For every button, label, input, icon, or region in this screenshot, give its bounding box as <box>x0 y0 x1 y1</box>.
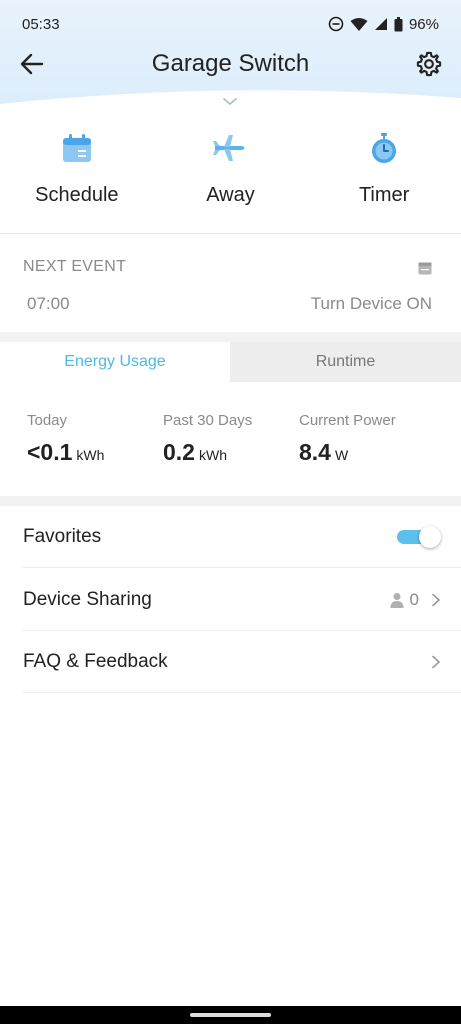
schedule-button[interactable]: Schedule <box>2 130 152 230</box>
stat-current-power: Current Power 8.4 W <box>299 412 396 466</box>
faq-chevron-wrap <box>425 655 441 669</box>
back-arrow-icon[interactable] <box>18 50 46 78</box>
page-title: Garage Switch <box>151 50 310 77</box>
person-icon <box>390 593 404 608</box>
next-event-title: NEXT EVENT <box>23 258 127 275</box>
title-bar: Garage Switch <box>0 40 461 88</box>
chevron-right-icon <box>432 655 441 669</box>
status-time: 05:33 <box>22 15 60 33</box>
wifi-icon <box>350 17 368 31</box>
battery-icon <box>394 16 403 31</box>
faq-feedback-label: FAQ & Feedback <box>23 651 168 672</box>
status-icons: 96% <box>328 16 439 33</box>
stopwatch-icon <box>372 133 397 163</box>
section-separator <box>0 332 461 342</box>
away-button[interactable]: Away <box>155 130 305 230</box>
timer-button[interactable]: Timer <box>309 130 459 230</box>
next-event-action: Turn Device ON <box>310 294 432 313</box>
tab-runtime[interactable]: Runtime <box>230 342 461 382</box>
section-separator <box>0 496 461 506</box>
chevron-right-icon <box>432 593 441 607</box>
sharing-info: 0 <box>390 590 441 610</box>
calendar-icon <box>62 134 91 162</box>
divider <box>23 567 461 568</box>
stat-unit: kWh <box>198 447 227 463</box>
calendar-small-icon <box>418 262 432 275</box>
cell-signal-icon <box>374 18 387 30</box>
mode-shortcuts: Schedule Away Timer <box>0 130 461 230</box>
stat-value: 8.4 <box>299 439 331 465</box>
faq-feedback-row[interactable]: FAQ & Feedback <box>0 631 461 693</box>
next-event-card[interactable]: NEXT EVENT 07:00 Turn Device ON <box>0 240 461 330</box>
stat-today: Today <0.1 kWh <box>27 412 104 466</box>
stat-label: Current Power <box>299 412 396 429</box>
next-event-time: 07:00 <box>27 294 70 313</box>
share-count: 0 <box>409 590 419 609</box>
stat-unit: kWh <box>76 447 105 463</box>
stat-label: Today <box>27 412 68 429</box>
schedule-label: Schedule <box>35 184 119 206</box>
usage-tabs: Energy Usage Runtime <box>0 342 461 382</box>
stat-past-30-days: Past 30 Days 0.2 kWh <box>163 412 252 466</box>
device-sharing-label: Device Sharing <box>23 589 152 610</box>
system-nav-bar <box>0 1006 461 1024</box>
stat-value: 0.2 <box>163 439 195 465</box>
divider <box>23 692 461 693</box>
favorites-label: Favorites <box>23 526 102 547</box>
airplane-icon <box>213 135 245 161</box>
stat-value: <0.1 <box>27 439 73 465</box>
device-sharing-row[interactable]: Device Sharing 0 <box>0 569 461 631</box>
chevron-down-icon[interactable] <box>221 96 239 108</box>
energy-stats: Today <0.1 kWh Past 30 Days 0.2 kWh Curren… <box>0 400 461 480</box>
home-gesture-handle[interactable] <box>190 1013 271 1017</box>
stat-label: Past 30 Days <box>163 412 253 429</box>
favorites-toggle[interactable] <box>397 526 441 548</box>
favorites-row: Favorites <box>0 506 461 568</box>
gear-icon[interactable] <box>415 50 443 78</box>
stat-unit: W <box>334 447 349 463</box>
toggle-knob <box>419 526 441 548</box>
tab-energy-usage[interactable]: Energy Usage <box>0 342 230 382</box>
do-not-disturb-icon <box>328 16 344 32</box>
timer-label: Timer <box>358 184 410 206</box>
away-label: Away <box>206 184 255 206</box>
divider <box>0 233 461 234</box>
battery-percent: 96% <box>408 15 439 33</box>
